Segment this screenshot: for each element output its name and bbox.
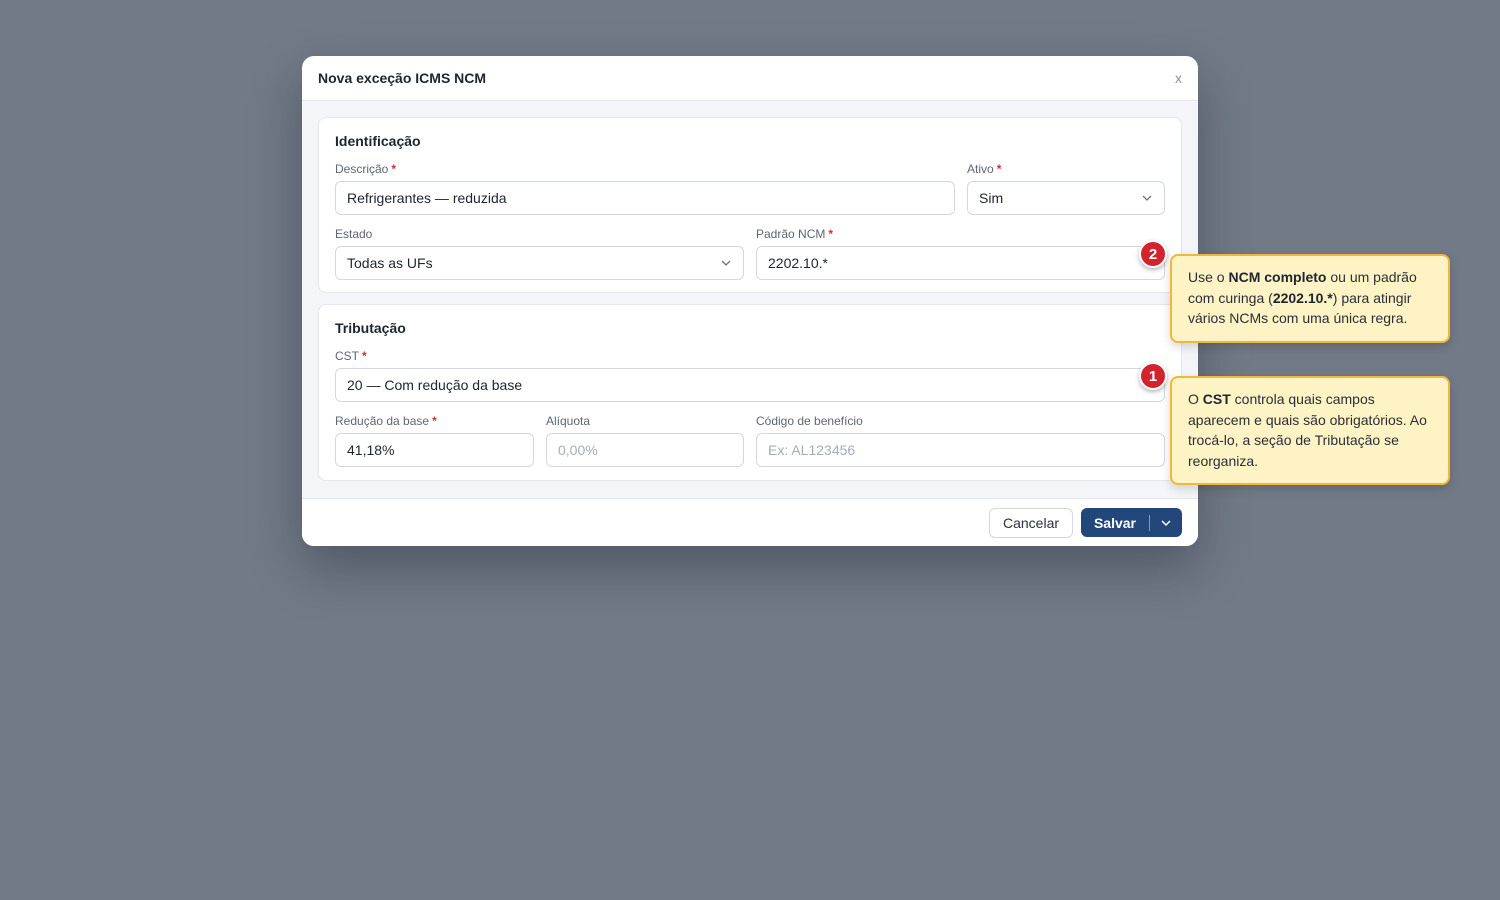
estado-label: Estado: [335, 227, 373, 241]
required-marker: *: [996, 162, 1002, 176]
tooltip-cst: O CST controla quais campos aparecem e q…: [1170, 376, 1450, 485]
required-marker: *: [432, 414, 437, 428]
save-button-label: Salvar: [1093, 514, 1137, 531]
chevron-down-icon: [1161, 519, 1171, 526]
descricao-field-group: Descrição * Refrigerantes — reduzida: [335, 162, 955, 215]
required-marker: *: [391, 162, 397, 176]
section-identificacao: Identificação Descrição * Refrigerantes —…: [318, 117, 1182, 293]
modal-header: Nova exceção ICMS NCM x: [302, 56, 1198, 101]
modal-footer: Cancelar Salvar: [302, 498, 1198, 546]
aliquota-label: Alíquota: [546, 414, 591, 428]
estado-select[interactable]: Todas as UFs: [335, 246, 744, 280]
cst-select[interactable]: 20 — Com redução da base: [335, 368, 1165, 402]
section-tributacao: Tributação CST * 20 — Com redução da base…: [318, 304, 1182, 481]
ativo-field-group: Ativo * Sim: [967, 162, 1165, 215]
required-marker: *: [828, 227, 834, 241]
tooltip-ncm: Use o NCM completo ou um padrão com curi…: [1170, 254, 1450, 343]
cst-label: CST *: [335, 349, 367, 363]
padrao-ncm-label: Padrão NCM *: [756, 227, 834, 241]
aliquota-field-group: Alíquota 0,00%: [546, 414, 744, 467]
close-icon[interactable]: x: [1175, 70, 1182, 86]
required-marker: *: [362, 349, 367, 363]
codigo-beneficio-input[interactable]: Ex: AL123456: [756, 433, 1165, 467]
aliquota-input[interactable]: 0,00%: [546, 433, 744, 467]
modal-title: Nova exceção ICMS NCM: [318, 70, 487, 86]
estado-select-value: Todas as UFs: [347, 255, 433, 271]
modal-body: Identificação Descrição * Refrigerantes —…: [302, 101, 1198, 498]
codigo-beneficio-field-group: Código de benefício Ex: AL123456: [756, 414, 1165, 467]
annotation-badge-ncm: 2: [1139, 240, 1167, 268]
annotation-badge-cst: 1: [1139, 362, 1167, 390]
modal-dialog: Nova exceção ICMS NCM x Identificação De…: [302, 56, 1198, 546]
save-button[interactable]: Salvar: [1081, 508, 1182, 537]
codigo-beneficio-label: Código de benefício: [756, 414, 863, 428]
ativo-label: Ativo *: [967, 162, 1002, 176]
save-options-toggle[interactable]: [1150, 519, 1182, 527]
reducao-base-label: Redução da base *: [335, 414, 437, 428]
descricao-input[interactable]: Refrigerantes — reduzida: [335, 181, 955, 215]
padrao-ncm-input[interactable]: 2202.10.*: [756, 246, 1165, 280]
reducao-base-input[interactable]: 41,18%: [335, 433, 534, 467]
padrao-ncm-field-group: Padrão NCM * 2202.10.*: [756, 227, 1165, 280]
descricao-label: Descrição *: [335, 162, 397, 176]
section-title-identificacao: Identificação: [335, 133, 421, 149]
reducao-base-field-group: Redução da base * 41,18%: [335, 414, 534, 467]
estado-field-group: Estado Todas as UFs: [335, 227, 744, 280]
chevron-down-icon: [1142, 195, 1152, 201]
cancel-button[interactable]: Cancelar: [989, 508, 1073, 538]
chevron-down-icon: [721, 260, 731, 266]
ativo-select-value: Sim: [979, 190, 1004, 206]
section-title-tributacao: Tributação: [335, 320, 406, 336]
cst-field-group: CST * 20 — Com redução da base: [335, 349, 1165, 402]
ativo-select[interactable]: Sim: [967, 181, 1165, 215]
